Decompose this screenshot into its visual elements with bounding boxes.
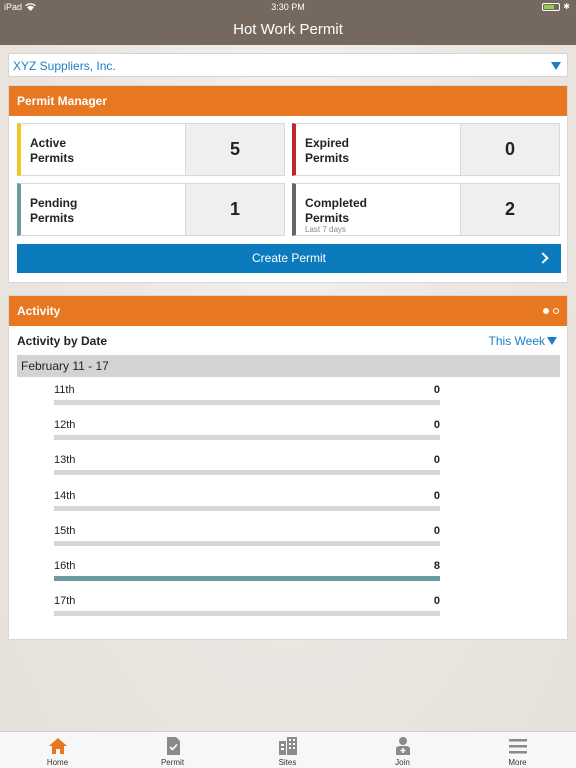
person-add-icon	[396, 737, 410, 755]
activity-bar-track	[54, 400, 440, 405]
activity-bar-track	[54, 611, 440, 617]
create-permit-label: Create Permit	[251, 251, 327, 265]
activity-day-label: 12th	[54, 419, 76, 432]
permit-document-icon	[167, 737, 180, 755]
period-dropdown[interactable]: This Week	[489, 334, 557, 348]
home-icon	[49, 738, 67, 754]
tile-count: 5	[185, 124, 284, 175]
pending-permits-tile[interactable]: Pending Permits 1	[17, 183, 285, 236]
activity-day-label: 14th	[54, 489, 76, 502]
activity-row: 12th 0	[54, 419, 440, 441]
period-dropdown-value: This Week	[488, 334, 545, 348]
page-dot[interactable]	[553, 308, 559, 314]
tab-join[interactable]: Join	[345, 732, 460, 768]
activity-count: 0	[433, 524, 440, 537]
tab-permit[interactable]: Permit	[115, 732, 230, 768]
company-dropdown-value: XYZ Suppliers, Inc.	[13, 59, 116, 73]
activity-count: 0	[433, 454, 440, 467]
activity-row: 11th 0	[54, 384, 440, 406]
activity-panel: Activity Activity by Date This Week Febr…	[8, 295, 568, 640]
create-permit-button[interactable]: Create Permit	[17, 244, 561, 273]
activity-count: 0	[433, 595, 440, 608]
tab-sites[interactable]: Sites	[230, 732, 345, 768]
activity-row: 13th 0	[54, 454, 440, 476]
tile-subtext: Last 7 days	[305, 225, 346, 234]
tile-label: Completed Permits	[305, 196, 368, 225]
activity-title: Activity	[17, 304, 61, 318]
activity-count: 0	[433, 489, 440, 502]
bluetooth-icon: ✱	[563, 2, 570, 11]
tab-label: Sites	[278, 758, 297, 767]
activity-row: 15th 0	[54, 525, 440, 547]
tab-bar: Home Permit Sites Join More	[0, 731, 576, 768]
completed-permits-tile[interactable]: Completed Permits Last 7 days 2	[292, 183, 560, 236]
activity-day-label: 13th	[54, 454, 76, 467]
chevron-right-icon	[537, 252, 549, 264]
status-time: 3:30 PM	[271, 2, 305, 12]
tile-count: 1	[185, 184, 284, 235]
activity-bar-track	[54, 540, 440, 546]
activity-row: 17th 0	[54, 595, 440, 617]
menu-icon	[509, 739, 527, 754]
tab-label: Permit	[160, 758, 185, 767]
tab-more[interactable]: More	[460, 732, 575, 768]
activity-bar-track	[54, 470, 440, 476]
page-title: Hot Work Permit	[233, 21, 343, 38]
tile-label: Active Permits	[30, 136, 75, 165]
tile-label: Pending Permits	[30, 196, 78, 225]
active-permits-tile[interactable]: Active Permits 5	[17, 123, 285, 176]
tab-home[interactable]: Home	[0, 732, 115, 768]
activity-count: 0	[433, 384, 440, 396]
tab-label: Join	[395, 758, 410, 767]
date-range-bar: February 11 - 17	[17, 355, 560, 377]
activity-subtitle: Activity by Date	[17, 334, 108, 348]
activity-day-label: 11th	[54, 384, 75, 396]
activity-day-label: 15th	[54, 524, 76, 537]
tile-count: 0	[460, 124, 559, 175]
permit-manager-header: Permit Manager	[9, 86, 567, 116]
activity-bar-fill	[54, 576, 440, 581]
chevron-down-icon	[547, 337, 557, 345]
page-indicator[interactable]	[543, 308, 559, 314]
activity-day-label: 17th	[54, 595, 76, 608]
activity-bar-track	[54, 435, 440, 441]
building-icon	[279, 737, 297, 755]
activity-bar-track	[54, 505, 440, 511]
page-dot-active[interactable]	[543, 308, 549, 314]
activity-bar-track	[54, 576, 440, 581]
company-dropdown[interactable]: XYZ Suppliers, Inc.	[8, 53, 568, 77]
activity-row: 14th 0	[54, 490, 440, 512]
battery-icon	[542, 2, 561, 11]
activity-count: 8	[433, 560, 440, 572]
tab-label: Home	[46, 758, 69, 767]
nav-bar: Hot Work Permit	[0, 14, 576, 45]
activity-header: Activity	[9, 296, 567, 326]
activity-day-label: 16th	[54, 560, 76, 572]
chevron-down-icon	[551, 62, 561, 70]
tab-label: More	[508, 758, 527, 767]
activity-count: 0	[433, 419, 440, 432]
tile-label: Expired Permits	[305, 136, 350, 165]
status-bar: iPad 3:30 PM ✱	[0, 0, 576, 14]
expired-permits-tile[interactable]: Expired Permits 0	[292, 123, 560, 176]
tile-count: 2	[460, 184, 559, 235]
activity-row: 16th 8	[54, 560, 440, 582]
battery-indicator: ✱	[542, 2, 570, 11]
permit-manager-panel: Permit Manager Active Permits 5 Expired Pe…	[8, 85, 568, 283]
